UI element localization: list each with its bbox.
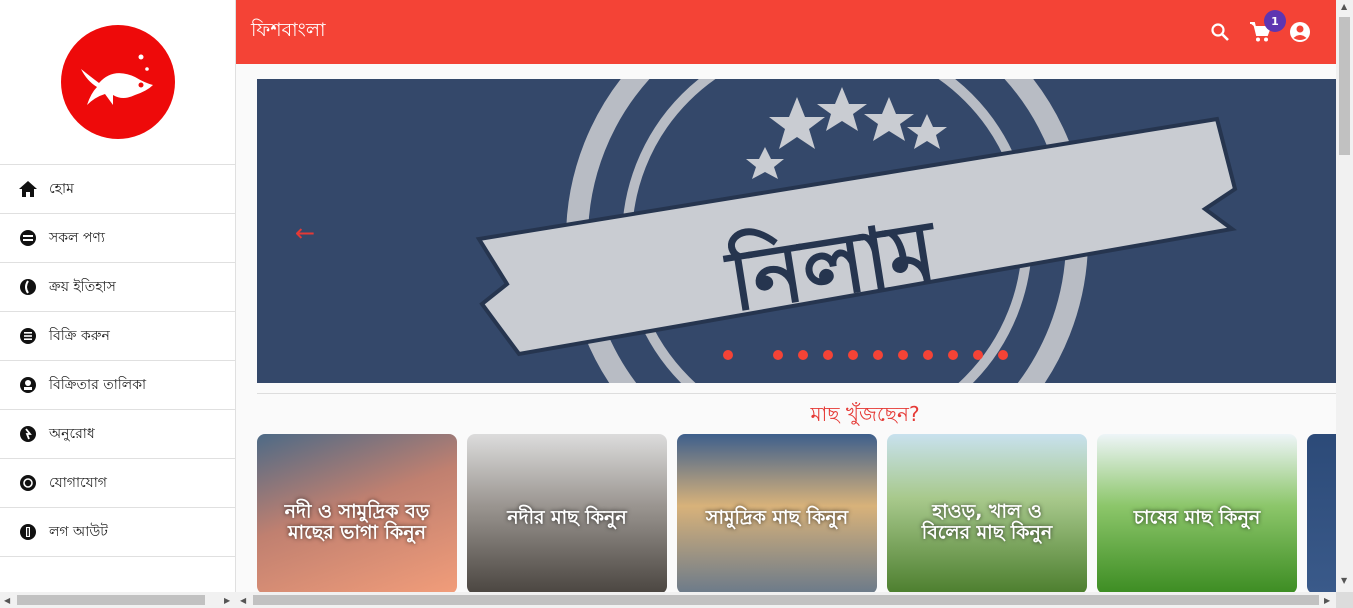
slide-dot[interactable] [898,350,908,360]
fish-logo-icon[interactable] [60,25,175,139]
section-title: মাছ খুঁজছেন? [810,402,920,426]
content-horizontal-scrollbar[interactable]: ◀ ▶ [236,592,1336,608]
category-card-sea-river-big-fish[interactable]: নদী ও সামুদ্রিক বড় মাছের ভাগা কিনুন [257,434,457,592]
sidebar-item-label: লগ আউট [49,524,108,540]
slide-dot[interactable] [923,350,933,360]
card-label: নদীর মাছ কিনুন [507,506,627,529]
slide-dot[interactable] [873,350,883,360]
card-label: হাওড়, খাল ও বিলের মাছ কিনুন [921,500,1053,544]
scrollbar-thumb[interactable] [17,595,205,605]
app-title[interactable]: ফিশবাংলা [251,16,326,48]
sidebar-item-sell[interactable]: বিক্রি করুন [0,312,235,361]
category-card-river-fish[interactable]: নদীর মাছ কিনুন [467,434,667,592]
list-icon [18,326,38,346]
sidebar: হোম সকল পণ্য ক্রয় ইতিহাস বিক্রি করুন বি… [0,0,236,608]
sidebar-item-label: বিক্রি করুন [49,328,110,344]
scroll-up-arrow-icon[interactable]: ▲ [1341,2,1347,11]
sidebar-item-seller-list[interactable]: বিক্রিতার তালিকা [0,361,235,410]
sidebar-item-logout[interactable]: লগ আউট [0,508,235,557]
scroll-left-arrow-icon[interactable]: ◀ [240,596,246,605]
card-label: সামুদ্রিক মাছ কিনুন [705,506,849,529]
divider [257,393,1336,394]
slide-dot[interactable] [773,350,783,360]
auction-banner[interactable]: নিলাম ← [257,79,1336,383]
slide-dot[interactable] [823,350,833,360]
main-content: নিলাম ← মাছ খুঁজছেন? নদী ও সামুদ্রিক বড়… [236,64,1336,592]
slide-dot[interactable] [723,350,733,360]
scroll-down-arrow-icon[interactable]: ▼ [1341,576,1347,585]
category-card-haor-canal-fish[interactable]: হাওড়, খাল ও বিলের মাছ কিনুন [887,434,1087,592]
scrollbar-corner [1336,592,1353,608]
seller-icon [18,375,38,395]
home-icon [18,179,38,199]
category-card-partial[interactable] [1307,434,1336,592]
contact-icon [18,473,38,493]
banner-pagination [723,350,1023,360]
sidebar-horizontal-scrollbar[interactable]: ◀ ▶ [0,592,236,608]
category-card-sea-fish[interactable]: সামুদ্রিক মাছ কিনুন [677,434,877,592]
slide-dot[interactable] [848,350,858,360]
products-icon [18,228,38,248]
card-label: চাষের মাছ কিনুন [1133,506,1261,529]
sidebar-item-request[interactable]: অনুরোধ [0,410,235,459]
scrollbar-thumb[interactable] [1339,17,1350,155]
sidebar-item-home[interactable]: হোম [0,165,235,214]
card-label: নদী ও সামুদ্রিক বড় মাছের ভাগা কিনুন [284,500,430,544]
request-icon [18,424,38,444]
app-bar: ফিশবাংলা 1 [236,0,1336,64]
scroll-right-arrow-icon[interactable]: ▶ [224,596,230,605]
history-icon [18,277,38,297]
cart-icon[interactable]: 1 [1248,10,1286,44]
banner-artwork: নিলাম [257,79,1336,383]
slide-dot[interactable] [798,350,808,360]
scroll-left-arrow-icon[interactable]: ◀ [4,596,10,605]
sidebar-item-contact[interactable]: যোগাযোগ [0,459,235,508]
slide-dot[interactable] [973,350,983,360]
category-cards: নদী ও সামুদ্রিক বড় মাছের ভাগা কিনুন নদী… [257,434,1336,592]
sidebar-item-label: যোগাযোগ [49,475,107,491]
sidebar-item-all-products[interactable]: সকল পণ্য [0,214,235,263]
scrollbar-thumb[interactable] [253,595,1319,605]
page-vertical-scrollbar[interactable]: ▲ ▼ [1336,0,1353,608]
sidebar-item-label: সকল পণ্য [49,230,105,246]
account-icon[interactable] [1288,20,1312,44]
sidebar-item-label: বিক্রিতার তালিকা [49,377,147,393]
slide-dot[interactable] [948,350,958,360]
sidebar-item-label: ক্রয় ইতিহাস [49,279,116,295]
logo-area [0,0,235,165]
category-card-farmed-fish[interactable]: চাষের মাছ কিনুন [1097,434,1297,592]
cart-count-badge: 1 [1264,10,1286,32]
scroll-right-arrow-icon[interactable]: ▶ [1324,596,1330,605]
sidebar-item-label: অনুরোধ [49,426,95,442]
logout-icon [18,522,38,542]
banner-prev-arrow-icon[interactable]: ← [295,219,315,247]
sidebar-item-label: হোম [49,181,74,197]
slide-dot[interactable] [998,350,1008,360]
search-icon[interactable] [1208,20,1232,44]
sidebar-item-purchase-history[interactable]: ক্রয় ইতিহাস [0,263,235,312]
